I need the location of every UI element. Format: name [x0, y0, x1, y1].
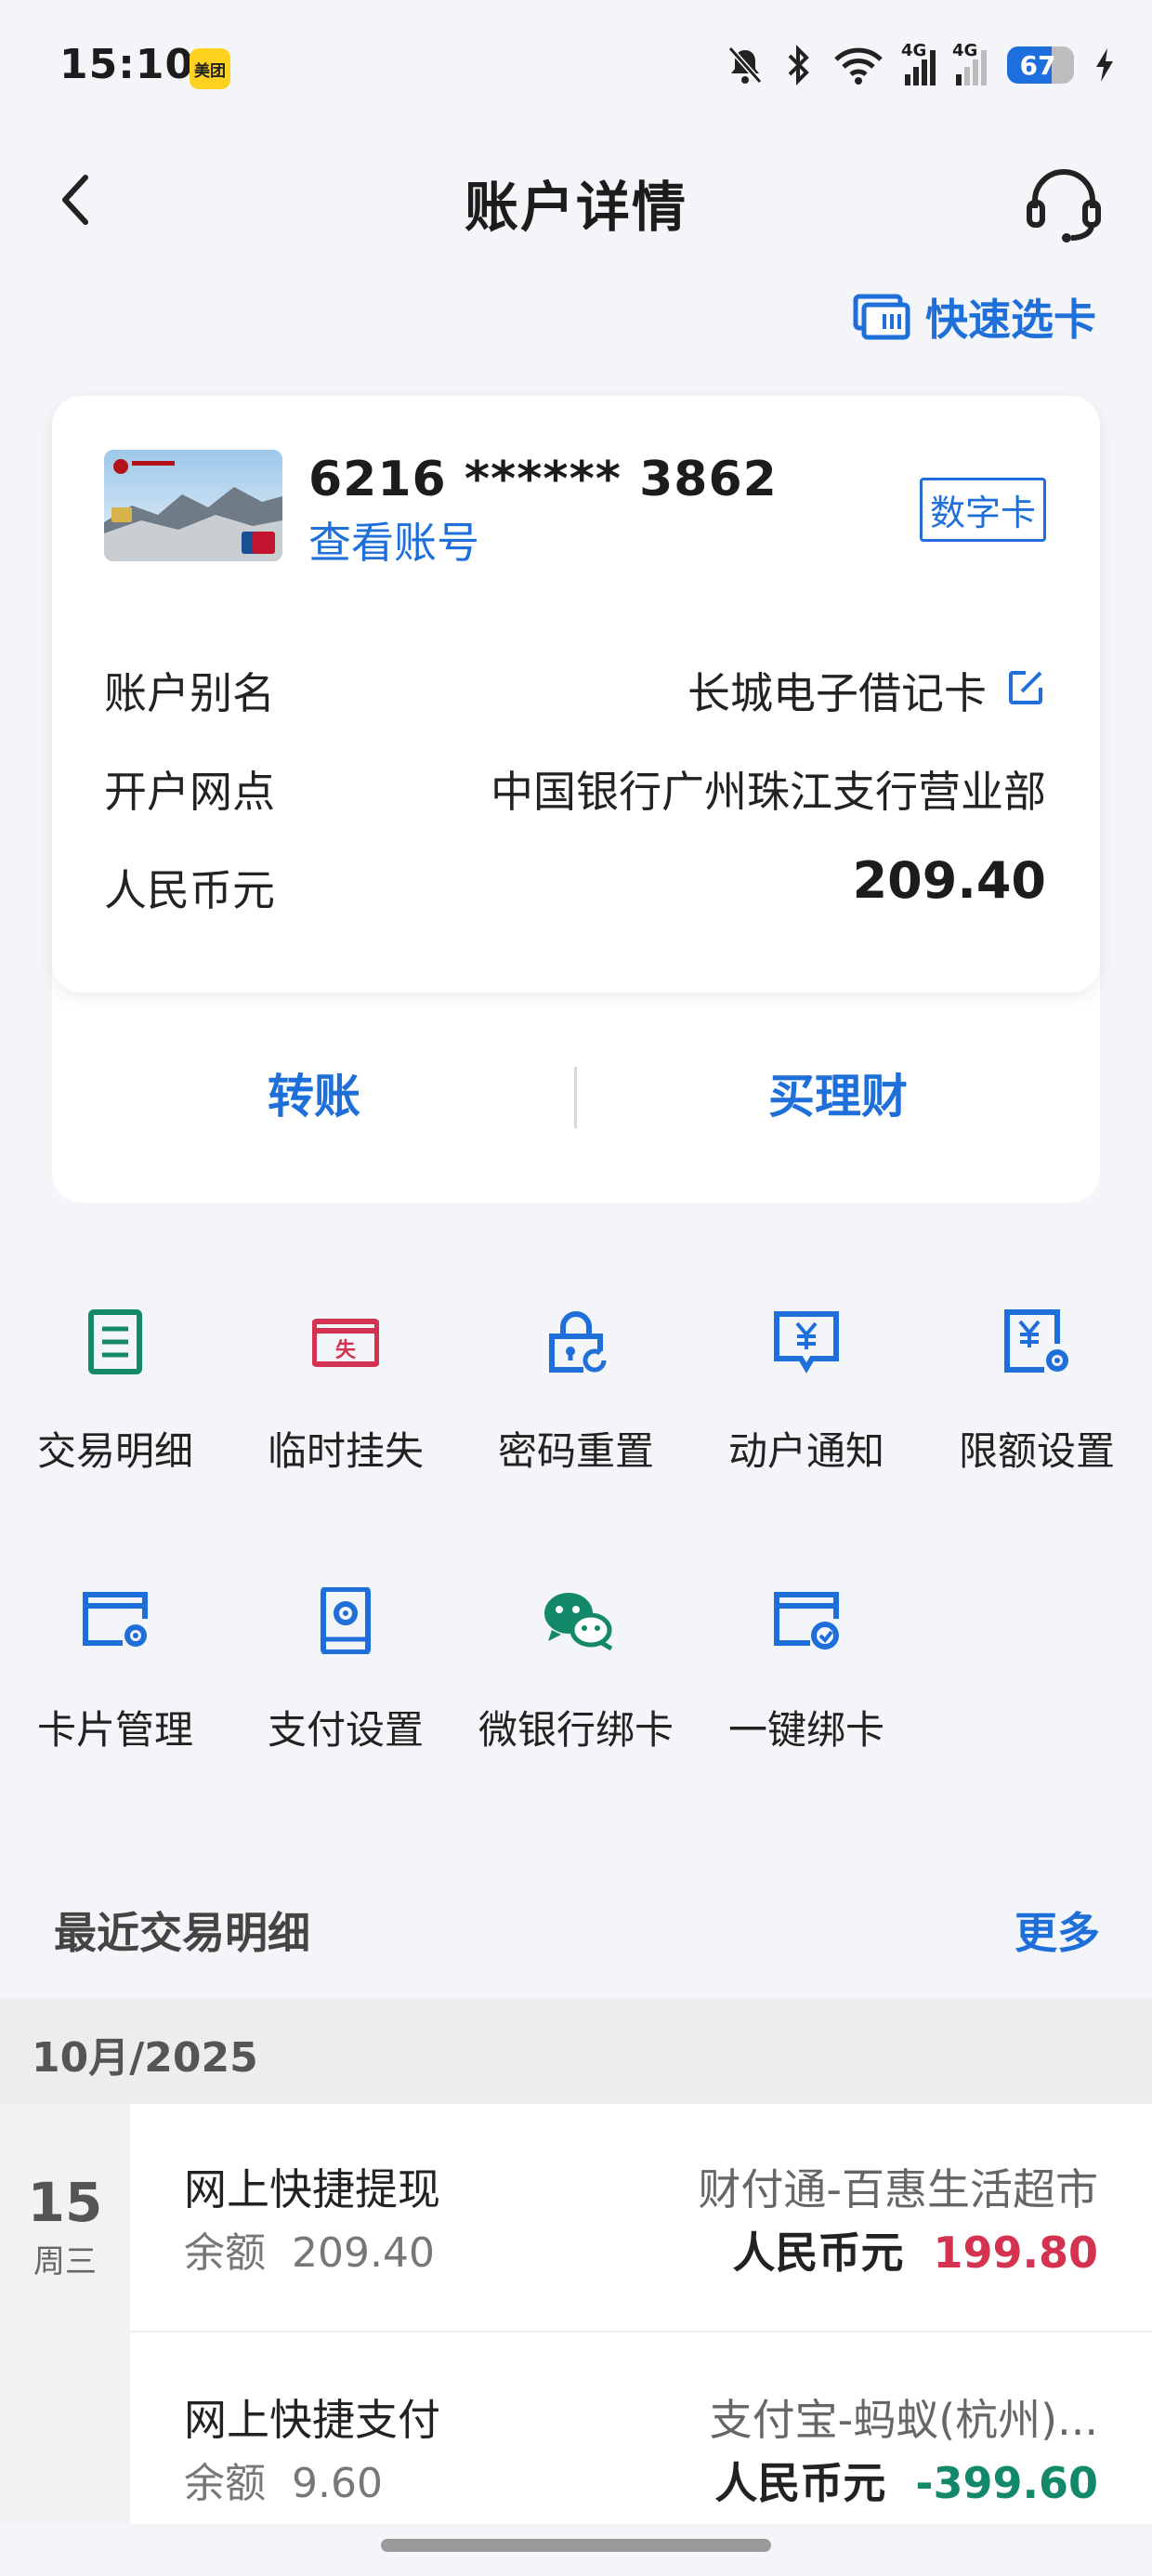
card-bind-icon [773, 1587, 840, 1654]
service-label: 限额设置 [958, 1428, 1115, 1474]
signal-1-label: 4G [901, 41, 927, 60]
yuan-message-icon [773, 1308, 840, 1375]
service-label: 密码重置 [497, 1428, 654, 1474]
buy-wealth-button[interactable]: 买理财 [576, 1059, 1100, 1126]
service-label: 一键绑卡 [727, 1707, 884, 1753]
service-report-loss[interactable]: 失 临时挂失 [230, 1308, 461, 1477]
list-doc-icon [82, 1308, 149, 1375]
balance-label: 余额 [184, 2460, 266, 2507]
date-weekday: 周三 [33, 2243, 97, 2280]
service-transaction-details[interactable]: 交易明细 [0, 1308, 230, 1477]
transaction-currency: 人民币元 [714, 2458, 886, 2508]
home-indicator[interactable] [381, 2539, 771, 2552]
service-label: 临时挂失 [267, 1428, 424, 1474]
transaction-merchant: 支付宝-蚂蚁(杭州)... [709, 2395, 1098, 2445]
phone-gear-icon [312, 1586, 379, 1655]
wifi-icon [834, 47, 883, 85]
currency-label: 人民币元 [104, 865, 275, 915]
alias-label: 账户别名 [104, 668, 275, 718]
service-label: 交易明细 [36, 1428, 193, 1474]
recent-transactions-title: 最近交易明细 [54, 1908, 310, 1958]
meituan-app-badge: 美团 [190, 48, 230, 89]
quick-select-label: 快速选卡 [925, 295, 1096, 345]
lock-reset-icon [543, 1308, 609, 1375]
bluetooth-icon [788, 45, 809, 85]
balance-label: 余额 [184, 2229, 266, 2277]
service-wechat-bind[interactable]: 微银行绑卡 [461, 1587, 691, 1755]
mute-bell-icon [727, 46, 763, 84]
balance-value: 209.40 [852, 851, 1046, 910]
transaction-title: 网上快捷提现 [184, 2164, 440, 2215]
service-account-notice[interactable]: 动户通知 [691, 1308, 922, 1477]
service-card-management[interactable]: 卡片管理 [0, 1587, 230, 1755]
charging-icon [1096, 48, 1113, 82]
transaction-amount: -399.60 [915, 2458, 1098, 2508]
edit-alias-button[interactable] [1005, 667, 1046, 708]
transaction-row[interactable] [130, 2104, 1152, 2331]
card-number: 6216 ****** 3862 [308, 452, 778, 507]
balance-amount: 209.40 [291, 2229, 435, 2277]
transaction-merchant: 财付通-百惠生活超市 [698, 2164, 1098, 2215]
bank-card-image [104, 450, 282, 561]
date-day: 15 [27, 2171, 103, 2234]
service-one-click-bind[interactable]: 一键绑卡 [691, 1587, 922, 1755]
headset-icon [1027, 169, 1101, 243]
yuan-gear-icon [1003, 1308, 1070, 1375]
battery-level: 67 [1019, 49, 1056, 81]
more-link[interactable]: 更多 [1015, 1899, 1100, 1961]
service-label: 卡片管理 [36, 1707, 193, 1753]
transaction-balance: 余额 209.40 [184, 2219, 435, 2279]
status-icons: 4G 4G 67 [727, 41, 1115, 85]
card-switch-icon [853, 294, 910, 340]
quick-select-card-button[interactable]: 快速选卡 [853, 286, 1096, 348]
balance-amount: 9.60 [291, 2460, 383, 2507]
battery-icon: 67 [1007, 46, 1074, 84]
svg-text:失: 失 [335, 1339, 357, 1362]
transaction-currency: 人民币元 [732, 2228, 904, 2278]
digital-card-badge: 数字卡 [919, 478, 1046, 542]
transaction-amount: 199.80 [933, 2228, 1098, 2278]
service-limit-settings[interactable]: 限额设置 [922, 1308, 1152, 1477]
branch-label: 开户网点 [104, 767, 275, 817]
service-payment-settings[interactable]: 支付设置 [230, 1586, 461, 1755]
wechat-link-icon [543, 1587, 613, 1654]
card-gear-icon [82, 1587, 149, 1654]
transaction-amount-line: 人民币元 199.80 [732, 2219, 1098, 2280]
service-password-reset[interactable]: 密码重置 [461, 1308, 691, 1477]
transfer-button[interactable]: 转账 [52, 1059, 576, 1126]
branch-value: 中国银行广州珠江支行营业部 [491, 767, 1046, 817]
transaction-amount-line: 人民币元 -399.60 [714, 2450, 1098, 2511]
customer-service-button[interactable] [1022, 162, 1106, 245]
page-title: 账户详情 [464, 176, 687, 239]
alias-value: 长城电子借记卡 [687, 668, 987, 718]
service-label: 微银行绑卡 [478, 1707, 674, 1753]
transaction-title: 网上快捷支付 [184, 2395, 440, 2445]
date-column [0, 2104, 130, 2524]
view-account-link[interactable]: 查看账号 [308, 509, 479, 571]
service-label: 动户通知 [727, 1428, 884, 1474]
report-loss-icon: 失 [311, 1308, 380, 1375]
signal-2-icon: 4G [952, 41, 987, 85]
status-time: 15:10 [59, 41, 195, 88]
month-label: 10月/2025 [32, 2034, 258, 2082]
signal-1-icon: 4G [901, 41, 936, 85]
edit-icon [1009, 671, 1042, 704]
service-label: 支付设置 [267, 1707, 424, 1753]
signal-2-label: 4G [952, 41, 978, 60]
transaction-balance: 余额 9.60 [184, 2450, 383, 2509]
